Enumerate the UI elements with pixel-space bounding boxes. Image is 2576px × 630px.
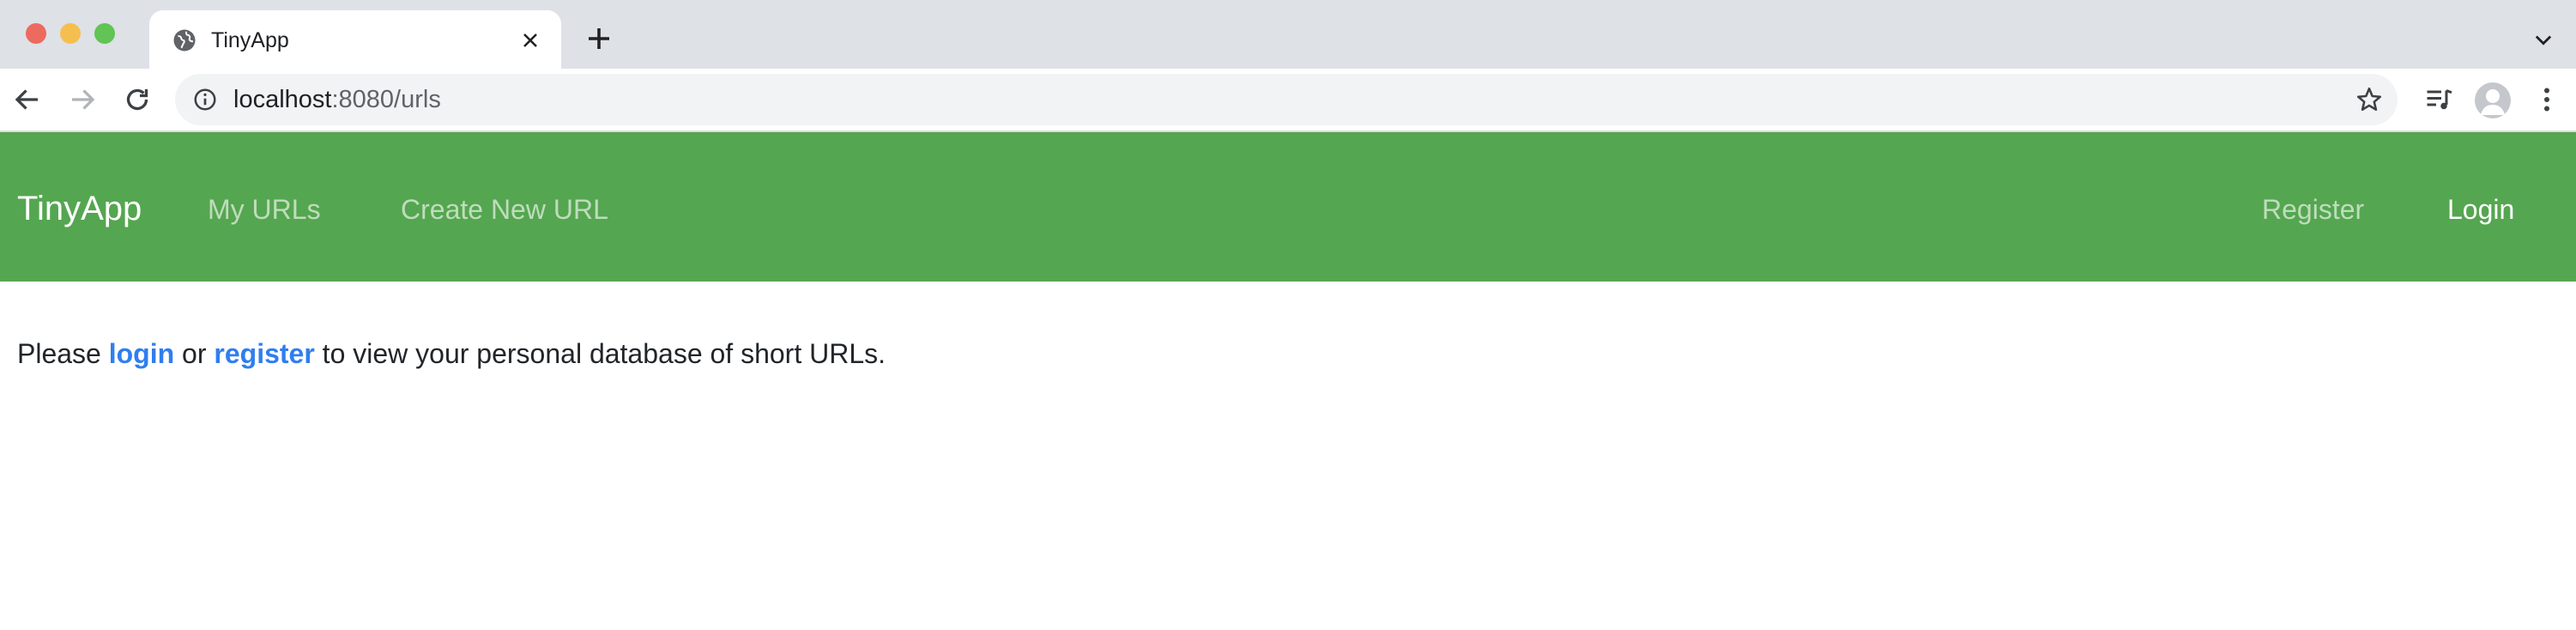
window-close-button[interactable] xyxy=(26,23,46,44)
prompt-suffix: to view your personal database of short … xyxy=(322,338,886,369)
browser-toolbar: localhost:8080/urls xyxy=(0,69,2576,132)
chevron-down-icon[interactable] xyxy=(2531,27,2555,51)
nav-login[interactable]: Login xyxy=(2447,192,2514,227)
browser-tab-strip: TinyApp xyxy=(0,0,2576,69)
reload-icon[interactable] xyxy=(122,84,153,115)
browser-tab[interactable]: TinyApp xyxy=(149,10,561,69)
forward-arrow-icon[interactable] xyxy=(67,84,98,115)
star-icon[interactable] xyxy=(2355,85,2384,114)
more-vertical-icon[interactable] xyxy=(2531,84,2562,115)
info-icon[interactable] xyxy=(192,87,218,112)
nav-my-urls[interactable]: My URLs xyxy=(208,192,321,227)
address-url[interactable]: localhost:8080/urls xyxy=(233,84,441,115)
prompt-middle: or xyxy=(182,338,207,369)
login-prompt: Please login or register to view your pe… xyxy=(17,335,886,373)
plus-icon[interactable] xyxy=(584,23,614,54)
address-host: localhost xyxy=(233,86,332,113)
login-link[interactable]: login xyxy=(109,338,174,369)
brand-link[interactable]: TinyApp xyxy=(17,189,142,228)
globe-icon xyxy=(173,29,196,51)
app-navbar: TinyApp My URLs Create New URL Register … xyxy=(0,132,2576,282)
back-arrow-icon[interactable] xyxy=(12,84,43,115)
register-link[interactable]: register xyxy=(214,338,314,369)
address-path: :8080/urls xyxy=(331,86,441,113)
profile-avatar-icon[interactable] xyxy=(2475,82,2511,118)
window-zoom-button[interactable] xyxy=(94,23,115,44)
prompt-prefix: Please xyxy=(17,338,101,369)
tab-title: TinyApp xyxy=(211,28,289,52)
address-bar[interactable]: localhost:8080/urls xyxy=(175,74,2398,125)
nav-register[interactable]: Register xyxy=(2262,192,2364,227)
media-queue-icon[interactable] xyxy=(2423,84,2454,115)
nav-create-new-url[interactable]: Create New URL xyxy=(401,192,608,227)
close-icon[interactable] xyxy=(518,28,542,52)
window-minimize-button[interactable] xyxy=(60,23,81,44)
